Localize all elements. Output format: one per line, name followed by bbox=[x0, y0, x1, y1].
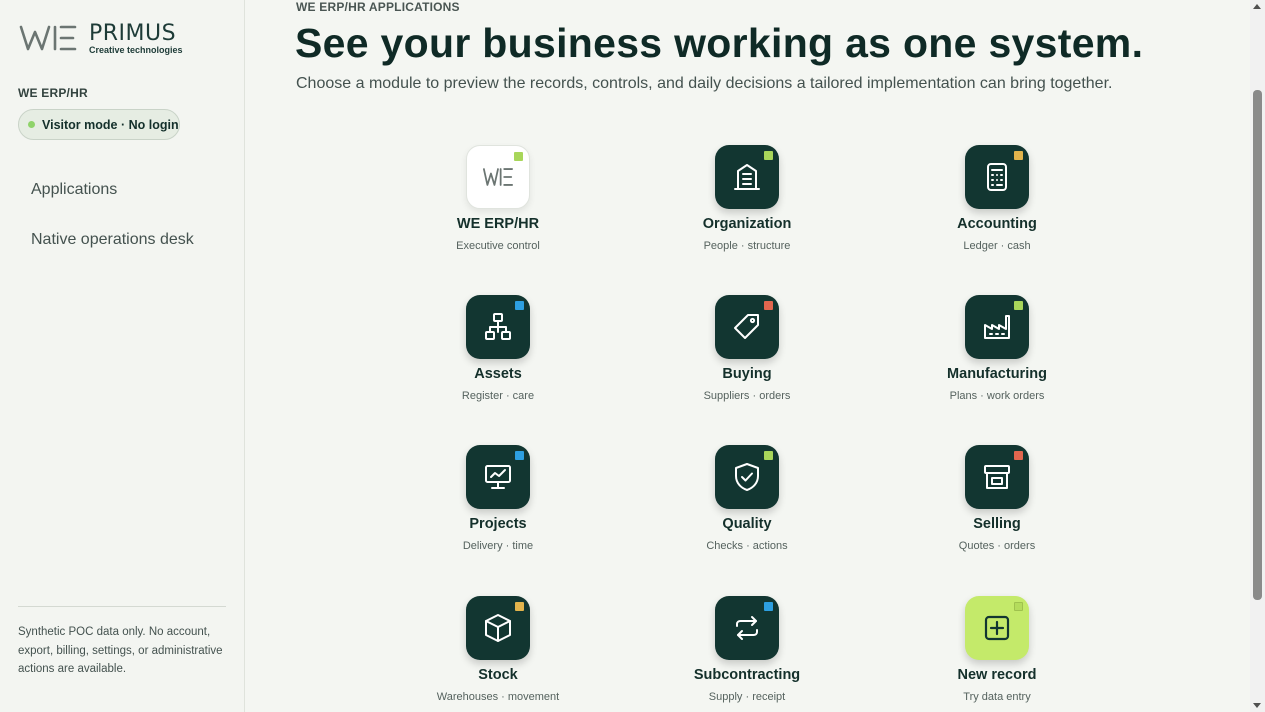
status-badge bbox=[764, 301, 773, 310]
scroll-down-arrow-icon[interactable] bbox=[1253, 703, 1261, 708]
page-title: See your business working as one system. bbox=[295, 20, 1144, 66]
app-subtitle: Delivery · time bbox=[462, 540, 534, 552]
app-new-record[interactable]: New record Try data entry bbox=[907, 596, 1087, 712]
app-name: Manufacturing bbox=[947, 366, 1047, 382]
app-subtitle: People · structure bbox=[703, 240, 791, 252]
app-subtitle: Supply · receipt bbox=[708, 691, 786, 703]
sidebar-divider bbox=[18, 606, 226, 607]
building-icon bbox=[734, 164, 760, 190]
status-badge bbox=[764, 151, 773, 160]
app-name: Assets bbox=[474, 366, 522, 382]
scrollbar-thumb[interactable] bbox=[1253, 90, 1262, 600]
status-badge bbox=[1014, 451, 1023, 460]
hierarchy-icon bbox=[485, 313, 511, 340]
logo-tagline: Creative technologies bbox=[89, 45, 183, 55]
status-badge bbox=[515, 602, 524, 611]
shield-check-icon bbox=[735, 463, 759, 491]
status-badge bbox=[515, 301, 524, 310]
app-name: Stock bbox=[478, 667, 518, 683]
app-subcontracting[interactable]: Subcontracting Supply · receipt bbox=[657, 596, 837, 712]
archive-box-icon bbox=[984, 465, 1010, 489]
status-badge bbox=[514, 152, 523, 161]
factory-icon bbox=[984, 315, 1010, 339]
sidebar-section-label: WE ERP/HR bbox=[18, 86, 88, 100]
cube-icon bbox=[485, 614, 511, 642]
status-dot-icon bbox=[28, 121, 35, 128]
repeat-arrows-icon bbox=[736, 616, 758, 640]
app-subtitle: Plans · work orders bbox=[949, 390, 1045, 402]
calculator-icon bbox=[987, 163, 1007, 191]
status-badge bbox=[1014, 301, 1023, 310]
visitor-mode-label: Visitor mode · No login bbox=[42, 117, 179, 132]
status-badge bbox=[515, 451, 524, 460]
monitor-chart-icon bbox=[485, 465, 511, 489]
scroll-up-arrow-icon[interactable] bbox=[1253, 4, 1261, 9]
app-name: Quality bbox=[722, 516, 772, 532]
app-subtitle: Try data entry bbox=[963, 691, 1031, 703]
we-logo-icon bbox=[19, 25, 77, 51]
app-subtitle: Executive control bbox=[456, 240, 540, 252]
page-scrollbar[interactable] bbox=[1250, 0, 1265, 712]
app-name: Accounting bbox=[957, 216, 1037, 232]
app-name: Organization bbox=[702, 216, 792, 232]
app-subtitle: Checks · actions bbox=[706, 540, 788, 552]
weprimus-logo[interactable]: PRIMUS Creative technologies bbox=[19, 21, 183, 55]
plus-square-icon bbox=[984, 615, 1010, 641]
app-name: Buying bbox=[722, 366, 772, 382]
app-subtitle: Suppliers · orders bbox=[703, 390, 791, 402]
app-name: Selling bbox=[973, 516, 1021, 532]
sidebar-item-native-operations-desk[interactable]: Native operations desk bbox=[31, 231, 194, 249]
app-name: Subcontracting bbox=[693, 667, 801, 683]
app-subtitle: Quotes · orders bbox=[958, 540, 1036, 552]
app-name: New record bbox=[957, 667, 1037, 683]
visitor-mode-badge: Visitor mode · No login bbox=[18, 109, 180, 140]
sidebar: PRIMUS Creative technologies WE ERP/HR V… bbox=[0, 0, 245, 712]
page-subtitle: Choose a module to preview the records, … bbox=[296, 75, 1113, 92]
app-we-erp-hr[interactable]: WE ERP/HR Executive control bbox=[408, 145, 588, 265]
app-buying[interactable]: Buying Suppliers · orders bbox=[657, 295, 837, 415]
app-assets[interactable]: Assets Register · care bbox=[408, 295, 588, 415]
sidebar-footer-note: Synthetic POC data only. No account, exp… bbox=[18, 626, 223, 675]
page-eyebrow: WE ERP/HR APPLICATIONS bbox=[296, 0, 460, 14]
tag-icon bbox=[734, 314, 759, 339]
sidebar-item-applications[interactable]: Applications bbox=[31, 181, 117, 199]
app-selling[interactable]: Selling Quotes · orders bbox=[907, 445, 1087, 565]
app-manufacturing[interactable]: Manufacturing Plans · work orders bbox=[907, 295, 1087, 415]
status-badge bbox=[764, 451, 773, 460]
status-badge bbox=[1014, 602, 1023, 611]
app-quality[interactable]: Quality Checks · actions bbox=[657, 445, 837, 565]
app-name: Projects bbox=[469, 516, 527, 532]
status-badge bbox=[764, 602, 773, 611]
app-projects[interactable]: Projects Delivery · time bbox=[408, 445, 588, 565]
app-subtitle: Register · care bbox=[461, 390, 535, 402]
app-organization[interactable]: Organization People · structure bbox=[657, 145, 837, 265]
app-subtitle: Warehouses · movement bbox=[436, 691, 560, 703]
app-subtitle: Ledger · cash bbox=[963, 240, 1031, 252]
status-badge bbox=[1014, 151, 1023, 160]
app-stock[interactable]: Stock Warehouses · movement bbox=[408, 596, 588, 712]
app-accounting[interactable]: Accounting Ledger · cash bbox=[907, 145, 1087, 265]
app-name: WE ERP/HR bbox=[456, 216, 540, 232]
we-logo-icon bbox=[483, 168, 513, 186]
logo-primus-text: PRIMUS bbox=[89, 21, 177, 46]
